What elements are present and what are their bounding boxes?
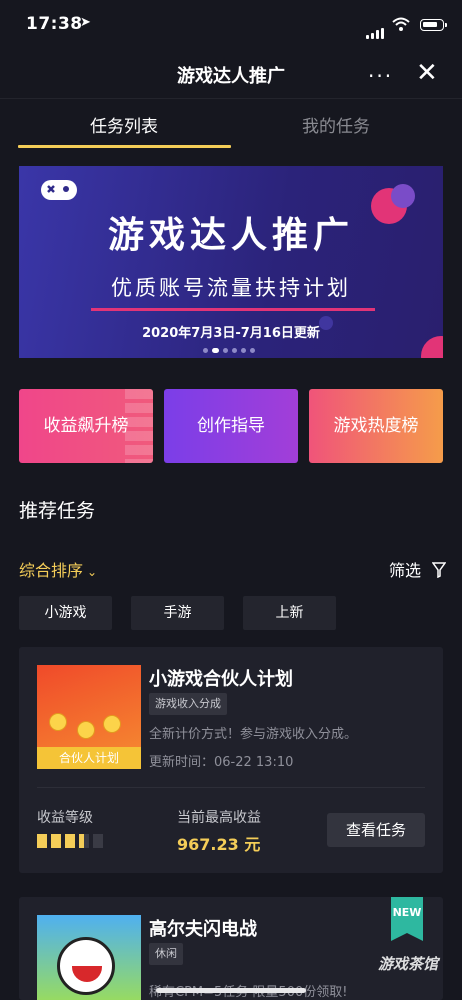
tab-task-list[interactable]: 任务列表 bbox=[90, 112, 158, 137]
promo-banner[interactable]: 游戏达人推广 优质账号流量扶持计划 2020年7月3日-7月16日更新 bbox=[19, 166, 443, 358]
task-card[interactable]: 合伙人计划 小游戏合伙人计划 游戏收入分成 全新计价方式！参与游戏收入分成。 更… bbox=[19, 647, 443, 873]
home-indicator[interactable] bbox=[156, 988, 306, 993]
category-label: 创作指导 bbox=[197, 416, 265, 436]
decor-circle bbox=[391, 184, 415, 208]
category-label: 游戏热度榜 bbox=[333, 416, 419, 436]
banner-subtitle: 优质账号流量扶持计划 bbox=[111, 276, 351, 300]
task-tag: 游戏收入分成 bbox=[149, 693, 227, 715]
earnings-level-bars bbox=[37, 833, 107, 852]
task-thumbnail bbox=[37, 915, 141, 1000]
section-title: 推荐任务 bbox=[19, 500, 96, 522]
coin-icon bbox=[49, 713, 67, 731]
task-title: 高尔夫闪电战 bbox=[149, 919, 257, 940]
nav-bar: 游戏达人推广 ··· ✕ bbox=[0, 52, 462, 99]
battery-icon bbox=[420, 19, 447, 31]
category-game-heat-rank[interactable]: 游戏热度榜 bbox=[309, 389, 443, 463]
category-label: 收益飙升榜 bbox=[43, 416, 129, 436]
task-thumbnail: 合伙人计划 bbox=[37, 665, 141, 769]
max-earnings-label: 当前最高收益 bbox=[177, 810, 261, 826]
sort-dropdown[interactable]: 综合排序 ⌄ bbox=[19, 557, 97, 581]
close-icon[interactable]: ✕ bbox=[416, 58, 438, 88]
cellular-signal-icon bbox=[366, 20, 386, 39]
watermark-logo: 游戏茶馆 bbox=[378, 955, 439, 973]
status-time: 17:38 bbox=[26, 14, 83, 34]
carousel-dots[interactable] bbox=[203, 338, 259, 357]
view-task-button[interactable]: 查看任务 bbox=[327, 813, 425, 847]
task-tag: 休闲 bbox=[149, 943, 183, 965]
banner-divider bbox=[91, 308, 375, 311]
status-bar: 17:38 ➤ bbox=[0, 0, 462, 52]
divider bbox=[37, 787, 425, 788]
chip-new[interactable]: 上新 bbox=[243, 596, 336, 630]
thumbnail-label: 合伙人计划 bbox=[37, 747, 141, 769]
chip-mini-game[interactable]: 小游戏 bbox=[19, 596, 112, 630]
coin-icon bbox=[77, 721, 95, 739]
wifi-icon bbox=[392, 17, 410, 31]
sort-label: 综合排序 bbox=[19, 561, 84, 580]
filter-label: 筛选 bbox=[389, 561, 422, 580]
chevron-down-icon: ⌄ bbox=[87, 565, 98, 579]
task-title: 小游戏合伙人计划 bbox=[149, 669, 293, 690]
active-tab-indicator bbox=[18, 145, 231, 148]
task-description: 全新计价方式！参与游戏收入分成。 bbox=[149, 727, 358, 742]
chip-mobile-game[interactable]: 手游 bbox=[131, 596, 224, 630]
category-creation-guide[interactable]: 创作指导 bbox=[164, 389, 298, 463]
location-arrow-icon: ➤ bbox=[80, 15, 91, 30]
tab-bar: 任务列表 我的任务 bbox=[0, 100, 462, 148]
golf-ball-character bbox=[57, 937, 115, 995]
banner-title: 游戏达人推广 bbox=[107, 215, 354, 256]
earnings-level-label: 收益等级 bbox=[37, 810, 93, 826]
category-earnings-rank[interactable]: 收益飙升榜 bbox=[19, 389, 153, 463]
tab-my-tasks[interactable]: 我的任务 bbox=[302, 112, 370, 137]
filter-button[interactable]: 筛选 bbox=[389, 557, 447, 581]
filter-icon bbox=[432, 562, 447, 578]
more-options-icon[interactable]: ··· bbox=[368, 64, 393, 88]
gamepad-icon bbox=[41, 180, 77, 200]
task-card[interactable]: 高尔夫闪电战 休闲 稀有CPM=5任务 限量500份领取! NEW bbox=[19, 897, 443, 1000]
task-updated-time: 更新时间：06-22 13:10 bbox=[149, 755, 294, 770]
coin-icon bbox=[103, 715, 121, 733]
max-earnings-value: 967.23 元 bbox=[177, 835, 261, 854]
new-badge: NEW bbox=[391, 897, 423, 941]
